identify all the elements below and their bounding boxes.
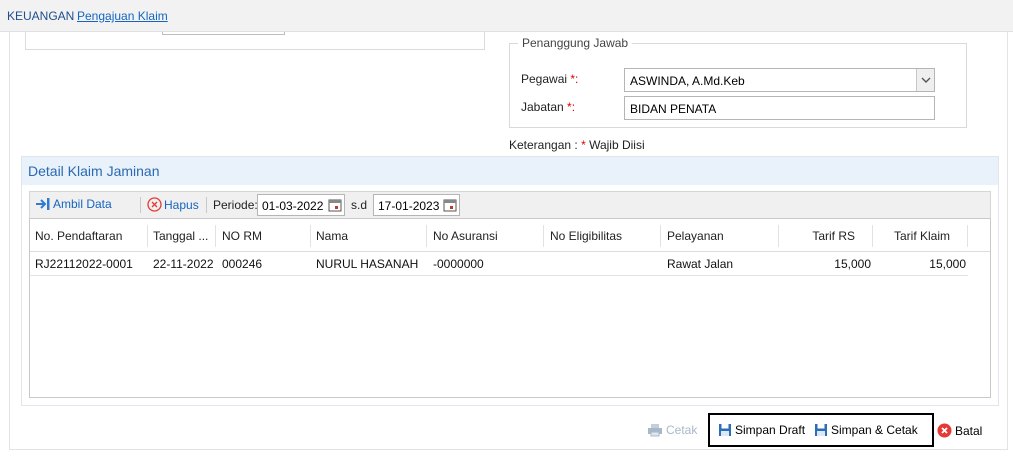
toolbar-separator — [140, 197, 141, 213]
column-header-no-pendaftaran[interactable]: No. Pendaftaran — [35, 229, 122, 243]
cancel-circle-icon — [937, 423, 952, 438]
ambil-data-button[interactable]: Ambil Data — [35, 197, 112, 211]
printer-icon — [648, 424, 662, 437]
table-row[interactable]: RJ22112022-0001 22-11-2022 000246 NURUL … — [30, 252, 968, 276]
column-separator — [872, 225, 873, 247]
cell-no-pendaftaran: RJ22112022-0001 — [35, 257, 133, 271]
column-separator — [660, 225, 661, 247]
cell-no-rm: 000246 — [222, 257, 263, 271]
column-header-tanggal[interactable]: Tanggal ... — [153, 229, 208, 243]
column-separator — [426, 225, 427, 247]
column-header-tarif-klaim[interactable]: Tarif Klaim — [894, 229, 950, 243]
breadcrumb-bar: KEUANGAN Pengajuan Klaim — [0, 0, 1013, 32]
date-from-field[interactable]: 01-03-2022 — [257, 194, 345, 216]
column-header-pelayanan[interactable]: Pelayanan — [667, 229, 724, 243]
detail-toolbar: Ambil Data Hapus Periode: 01-03-2022 s.d… — [29, 191, 991, 218]
import-arrow-icon — [36, 198, 50, 210]
column-header-no-eligibilitas[interactable]: No Eligibilitas — [550, 229, 622, 243]
klaim-grid: No. Pendaftaran Tanggal ... NO RM Nama N… — [29, 218, 991, 398]
required-mark: *: — [567, 100, 576, 114]
column-separator — [147, 225, 148, 247]
column-header-nama[interactable]: Nama — [316, 229, 348, 243]
cell-pelayanan: Rawat Jalan — [667, 257, 734, 271]
batal-button[interactable]: Batal — [937, 423, 982, 438]
pegawai-dropdown-trigger[interactable] — [916, 69, 934, 91]
cell-no-asuransi: -0000000 — [433, 257, 484, 271]
calendar-icon[interactable] — [443, 198, 457, 212]
breadcrumb-current-page[interactable]: Pengajuan Klaim — [77, 9, 168, 23]
jabatan-label: Jabatan *: — [521, 100, 576, 114]
cell-nama: NURUL HASANAH — [316, 257, 419, 271]
simpan-draft-button[interactable]: Simpan Draft — [718, 423, 805, 437]
detail-panel-header: Detail Klaim Jaminan — [22, 157, 998, 185]
jabatan-input[interactable]: BIDAN PENATA — [624, 96, 935, 120]
column-separator — [543, 225, 544, 247]
save-disk-icon — [719, 424, 731, 436]
cetak-button[interactable]: Cetak — [647, 423, 697, 437]
column-separator — [967, 225, 968, 247]
date-from-value: 01-03-2022 — [262, 199, 324, 213]
chevron-down-icon — [921, 77, 931, 83]
column-separator — [778, 225, 779, 247]
pegawai-label: Pegawai *: — [521, 72, 579, 86]
column-separator — [310, 225, 311, 247]
breadcrumb-root[interactable]: KEUANGAN — [7, 9, 74, 23]
save-disk-icon — [815, 424, 827, 436]
column-header-no-rm[interactable]: NO RM — [222, 229, 262, 243]
required-mark: *: — [570, 72, 579, 86]
hapus-button[interactable]: Hapus — [147, 197, 199, 212]
column-header-tarif-rs[interactable]: Tarif RS — [812, 229, 855, 243]
simpan-cetak-button[interactable]: Simpan & Cetak — [814, 423, 918, 437]
keterangan-note: Keterangan : * Wajib Diisi — [509, 138, 645, 152]
detail-klaim-panel: Detail Klaim Jaminan Ambil Data Hapus Pe… — [21, 156, 999, 406]
cell-tarif-rs: 15,000 — [834, 257, 871, 271]
grid-header: No. Pendaftaran Tanggal ... NO RM Nama N… — [30, 219, 990, 252]
delete-circle-icon — [147, 197, 162, 212]
jabatan-value: BIDAN PENATA — [630, 102, 717, 116]
toolbar-separator — [206, 197, 207, 213]
detail-panel-title: Detail Klaim Jaminan — [28, 163, 160, 179]
date-to-field[interactable]: 17-01-2023 — [373, 194, 460, 216]
pegawai-combobox[interactable]: ASWINDA, A.Md.Keb — [624, 68, 935, 92]
column-separator — [215, 225, 216, 247]
left-form-box — [25, 32, 485, 50]
cell-tarif-klaim: 15,000 — [929, 257, 966, 271]
pegawai-value: ASWINDA, A.Md.Keb — [630, 74, 745, 88]
penanggung-jawab-legend: Penanggung Jawab — [522, 36, 629, 50]
sd-label: s.d — [351, 198, 368, 212]
cell-tanggal: 22-11-2022 — [153, 257, 214, 271]
calendar-icon[interactable] — [328, 198, 342, 212]
penanggung-jawab-fieldset: Penanggung Jawab Pegawai *: ASWINDA, A.M… — [509, 36, 967, 128]
periode-label: Periode: — [213, 198, 258, 212]
column-header-no-asuransi[interactable]: No Asuransi — [433, 229, 498, 243]
partial-input-field[interactable] — [162, 32, 285, 35]
date-to-value: 17-01-2023 — [378, 199, 440, 213]
